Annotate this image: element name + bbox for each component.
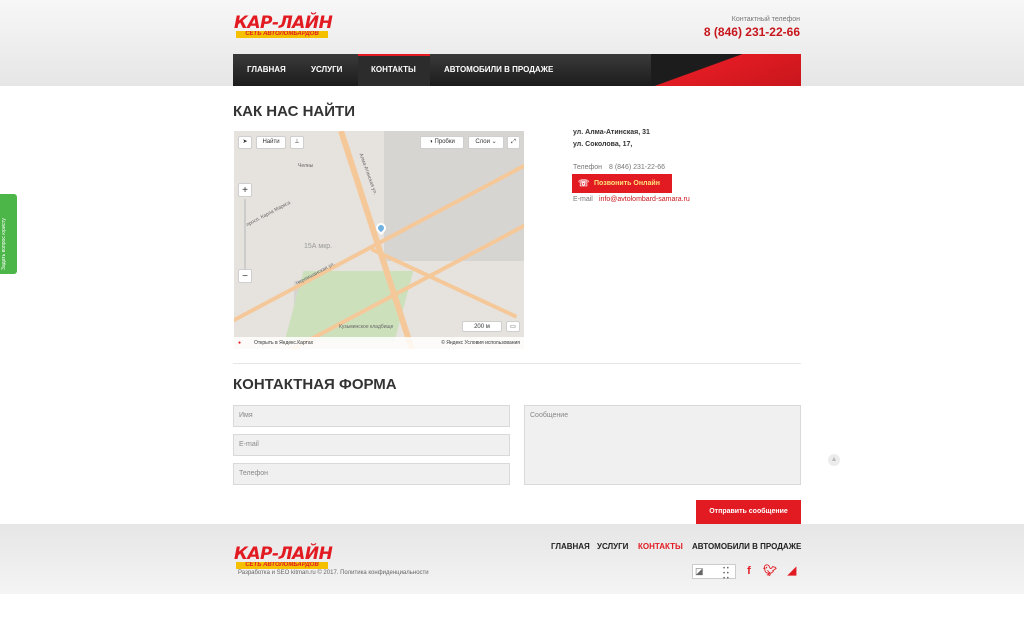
- zoom-out-button[interactable]: −: [238, 269, 252, 283]
- email-field[interactable]: E-mail: [233, 434, 510, 456]
- main-nav: ГЛАВНАЯ УСЛУГИ КОНТАКТЫ АВТОМОБИЛИ В ПРО…: [233, 54, 801, 86]
- nav-red-accent: [651, 54, 801, 86]
- footer-logo[interactable]: КАР-ЛАЙН СЕТЬ АВТОЛОМБАРДОВ: [234, 545, 334, 569]
- counter-dots-icon: • • • • • •: [723, 566, 729, 582]
- visitor-counter[interactable]: ◪ • • • • • •: [692, 564, 736, 582]
- footer-copyright[interactable]: Разработка и SEO kitman.ru © 2017. Полит…: [238, 570, 429, 576]
- scroll-up-icon[interactable]: ▲: [828, 454, 840, 466]
- form-title: КОНТАКТНАЯ ФОРМА: [233, 376, 397, 393]
- zoom-slider-track[interactable]: [244, 199, 246, 269]
- send-message-button[interactable]: Отправить сообщение: [696, 500, 801, 524]
- footer-nav-home[interactable]: ГЛАВНАЯ: [551, 542, 590, 551]
- header-phone-number[interactable]: 8 (846) 231-22-66: [704, 25, 800, 39]
- map-layers-label: Слои: [475, 139, 490, 145]
- footer-nav-services[interactable]: УСЛУГИ: [597, 542, 628, 551]
- address-2: ул. Соколова, 17,: [573, 141, 633, 148]
- email-link[interactable]: info@avtolombard-samara.ru: [599, 196, 690, 203]
- chevron-down-icon: ⌄: [491, 139, 497, 145]
- rss-icon[interactable]: ◢: [785, 564, 799, 578]
- header-phone-label: Контактный телефон: [731, 16, 800, 23]
- map-label: Кузьминское кладбище: [339, 324, 394, 330]
- name-field[interactable]: Имя: [233, 405, 510, 427]
- ask-lawyer-tab[interactable]: Задать вопрос юристу: [0, 194, 17, 274]
- map-block: [384, 131, 524, 261]
- twitter-icon[interactable]: 🐦︎: [763, 564, 777, 578]
- nav-item-services[interactable]: УСЛУГИ: [297, 54, 356, 86]
- map-ruler-icon[interactable]: ▭: [506, 321, 520, 332]
- zoom-in-button[interactable]: +: [238, 183, 252, 197]
- map-label: просп. Карла Маркса: [245, 199, 292, 229]
- ruler-icon[interactable]: ⊥: [290, 136, 304, 149]
- divider: [233, 363, 801, 364]
- call-online-label: Позвонить Онлайн: [594, 180, 660, 187]
- logo-tagline: СЕТЬ АВТОЛОМБАРДОВ: [236, 31, 328, 38]
- counter-icon: ◪: [695, 566, 704, 576]
- map-traffic-button[interactable]: ◑ Пробки: [420, 136, 464, 149]
- map-layers-button[interactable]: Слои ⌄: [468, 136, 504, 149]
- footer-nav-cars-for-sale[interactable]: АВТОМОБИЛИ В ПРОДАЖЕ: [692, 542, 801, 551]
- logo-text: КАР-ЛАЙН: [234, 13, 333, 33]
- traffic-icon: ◑: [429, 139, 433, 145]
- open-in-yandex-link[interactable]: Открыть в Яндекс.Картах: [254, 337, 313, 349]
- message-field[interactable]: Сообщение: [524, 405, 801, 485]
- map-scale: 200 м: [462, 321, 502, 332]
- footer-nav-contacts[interactable]: КОНТАКТЫ: [638, 542, 683, 551]
- phone-value: 8 (846) 231-22-66: [609, 164, 666, 171]
- fullscreen-icon[interactable]: ⤢: [507, 136, 520, 149]
- phone-field[interactable]: Телефон: [233, 463, 510, 485]
- geolocation-icon[interactable]: ➤: [238, 136, 252, 149]
- nav-item-cars-for-sale[interactable]: АВТОМОБИЛИ В ПРОДАЖЕ: [430, 54, 567, 86]
- map-find-button[interactable]: Найти: [256, 136, 286, 149]
- email-label: E-mail: [573, 196, 593, 203]
- nav-item-contacts[interactable]: КОНТАКТЫ: [358, 54, 430, 86]
- yandex-pin-icon: ●: [238, 340, 242, 346]
- ask-lawyer-label: Задать вопрос юристу: [1, 218, 7, 270]
- phone-icon: ☏: [578, 178, 590, 188]
- nav-item-home[interactable]: ГЛАВНАЯ: [233, 54, 300, 86]
- footer-logo-text: КАР-ЛАЙН: [234, 544, 333, 564]
- map-copyright[interactable]: © Яндекс Условия использования: [441, 337, 520, 349]
- phone-label: Телефон: [573, 164, 603, 171]
- call-online-button[interactable]: ☏ Позвонить Онлайн: [572, 174, 672, 193]
- footer: [0, 524, 1024, 594]
- footer-logo-tagline: СЕТЬ АВТОЛОМБАРДОВ: [236, 562, 328, 569]
- address-1: ул. Алма-Атинская, 31: [573, 129, 650, 136]
- map-bottom-bar: ● Открыть в Яндекс.Картах © Яндекс Услов…: [234, 337, 524, 349]
- page-title: КАК НАС НАЙТИ: [233, 103, 355, 120]
- site-logo[interactable]: КАР-ЛАЙН СЕТЬ АВТОЛОМБАРДОВ: [234, 14, 334, 38]
- map-traffic-label: Пробки: [434, 139, 455, 145]
- yandex-map[interactable]: Алма-Атинская ул. просп. Карла Маркса Че…: [234, 131, 524, 349]
- map-label: Челны: [298, 163, 314, 169]
- map-label: 15А мкр.: [304, 243, 333, 250]
- facebook-icon[interactable]: f: [742, 564, 756, 578]
